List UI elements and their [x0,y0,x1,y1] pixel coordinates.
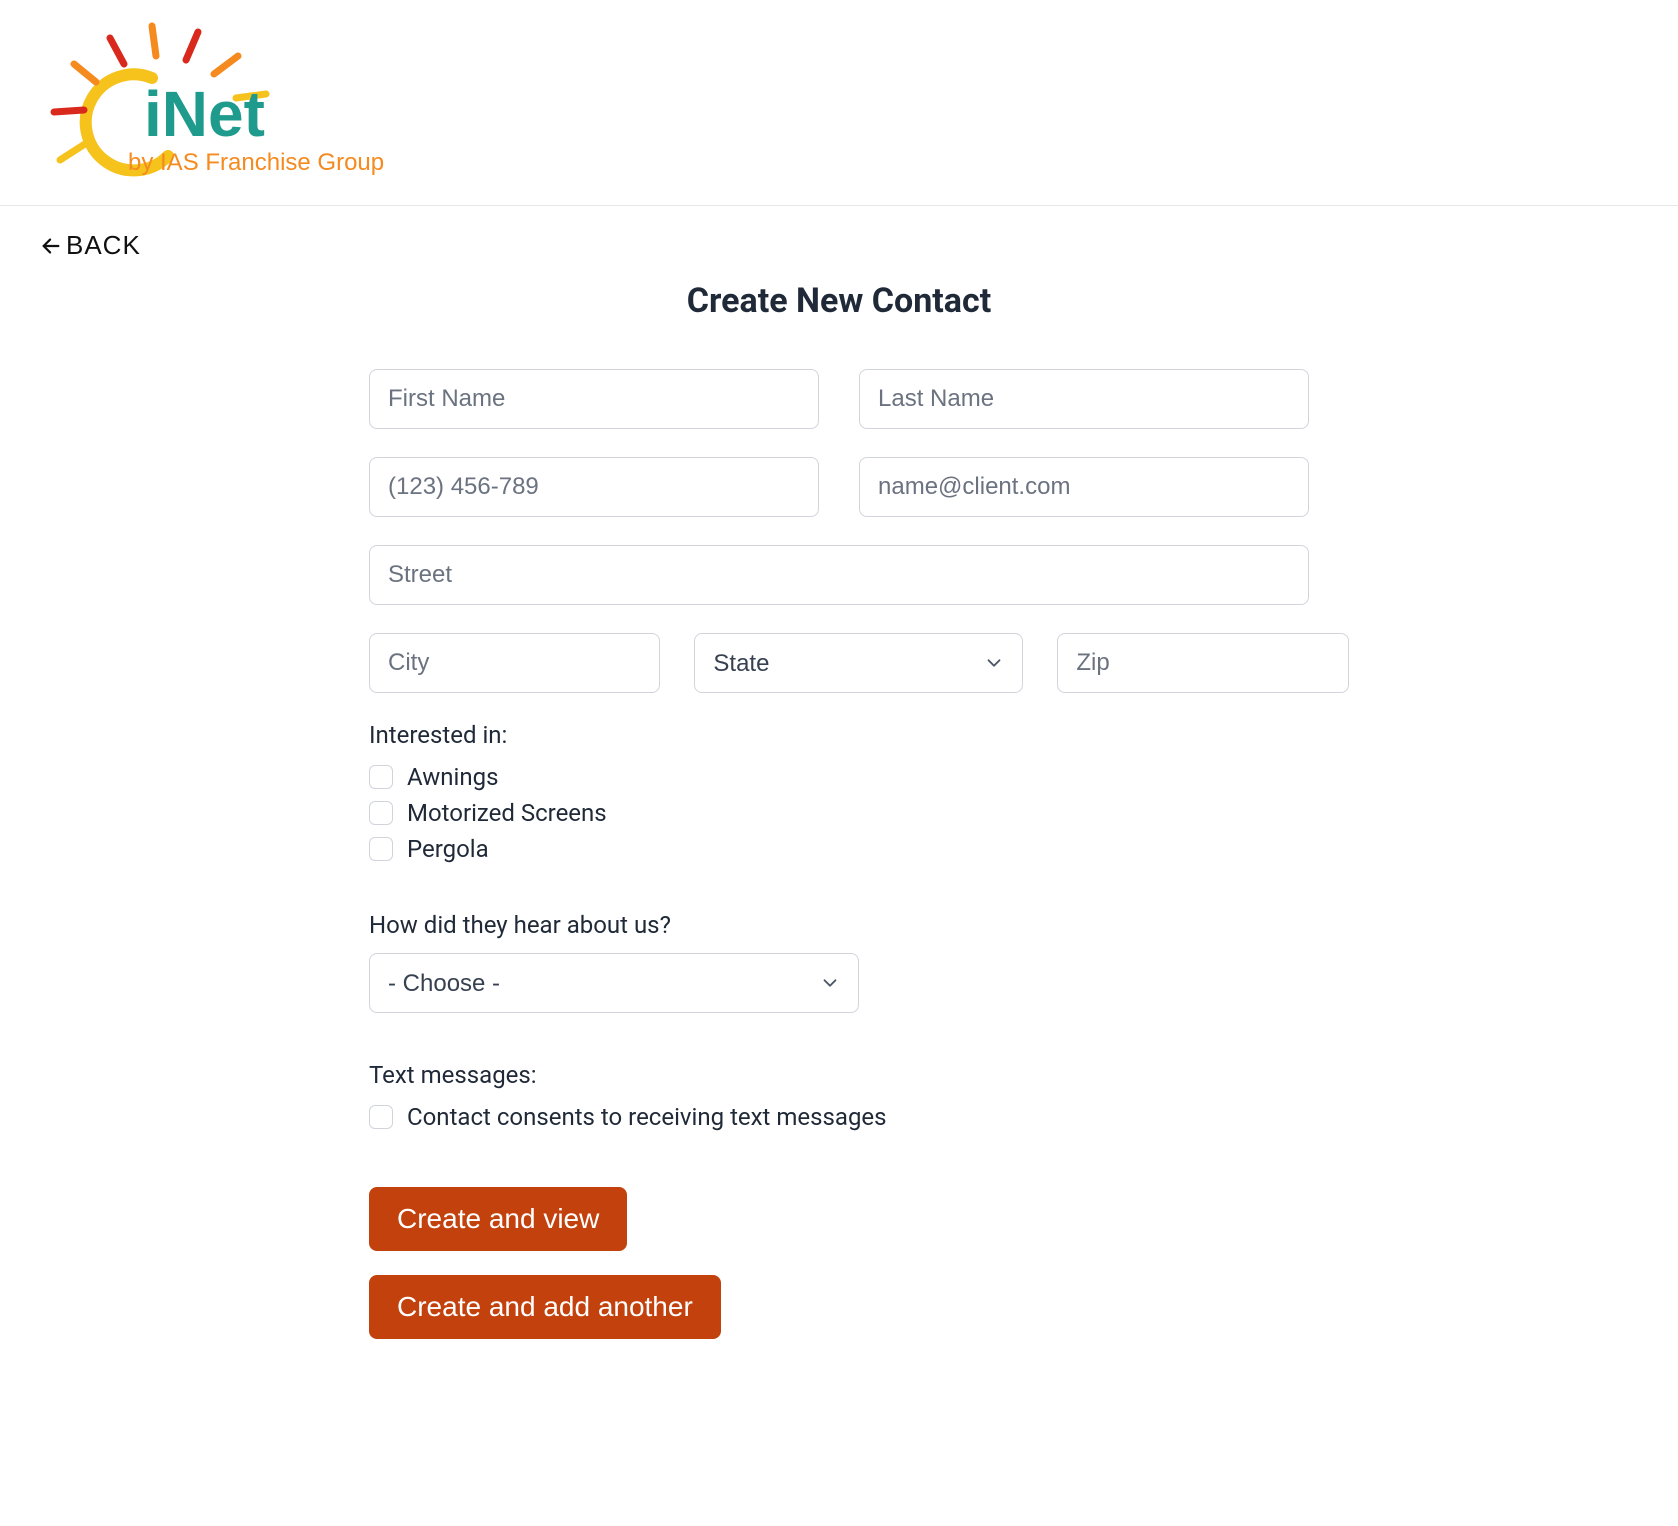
hear-about-us-label: How did they hear about us? [369,911,1309,939]
create-and-view-button[interactable]: Create and view [369,1187,627,1251]
interested-motorized-screens-label[interactable]: Motorized Screens [407,799,607,827]
zip-input[interactable] [1057,633,1348,693]
text-messages-label: Text messages: [369,1061,1309,1089]
street-input[interactable] [369,545,1309,605]
email-input[interactable] [859,457,1309,517]
logo: iNet by IAS Franchise Group [40,20,1638,185]
first-name-input[interactable] [369,369,819,429]
city-input[interactable] [369,633,660,693]
arrow-left-icon [40,235,62,257]
app-header: iNet by IAS Franchise Group [0,0,1678,206]
page-title: Create New Contact [369,281,1309,321]
logo-secondary-text: by IAS Franchise Group [128,149,384,176]
create-contact-form: Create New Contact State [329,261,1349,1419]
text-consent-label[interactable]: Contact consents to receiving text messa… [407,1103,887,1131]
interested-pergola-label[interactable]: Pergola [407,835,489,863]
interested-awnings-label[interactable]: Awnings [407,763,499,791]
phone-input[interactable] [369,457,819,517]
create-and-add-another-button[interactable]: Create and add another [369,1275,721,1339]
state-select[interactable]: State [694,633,1023,693]
text-consent-checkbox[interactable] [369,1105,393,1129]
logo-primary-text: iNet [144,78,265,150]
hear-about-us-select[interactable]: - Choose - [369,953,859,1013]
interested-motorized-screens-checkbox[interactable] [369,801,393,825]
interested-pergola-checkbox[interactable] [369,837,393,861]
logo-sun-icon: iNet by IAS Franchise Group [40,20,430,185]
interested-awnings-checkbox[interactable] [369,765,393,789]
interested-in-label: Interested in: [369,721,1309,749]
back-button[interactable]: BACK [40,230,141,261]
last-name-input[interactable] [859,369,1309,429]
back-label: BACK [66,230,141,261]
